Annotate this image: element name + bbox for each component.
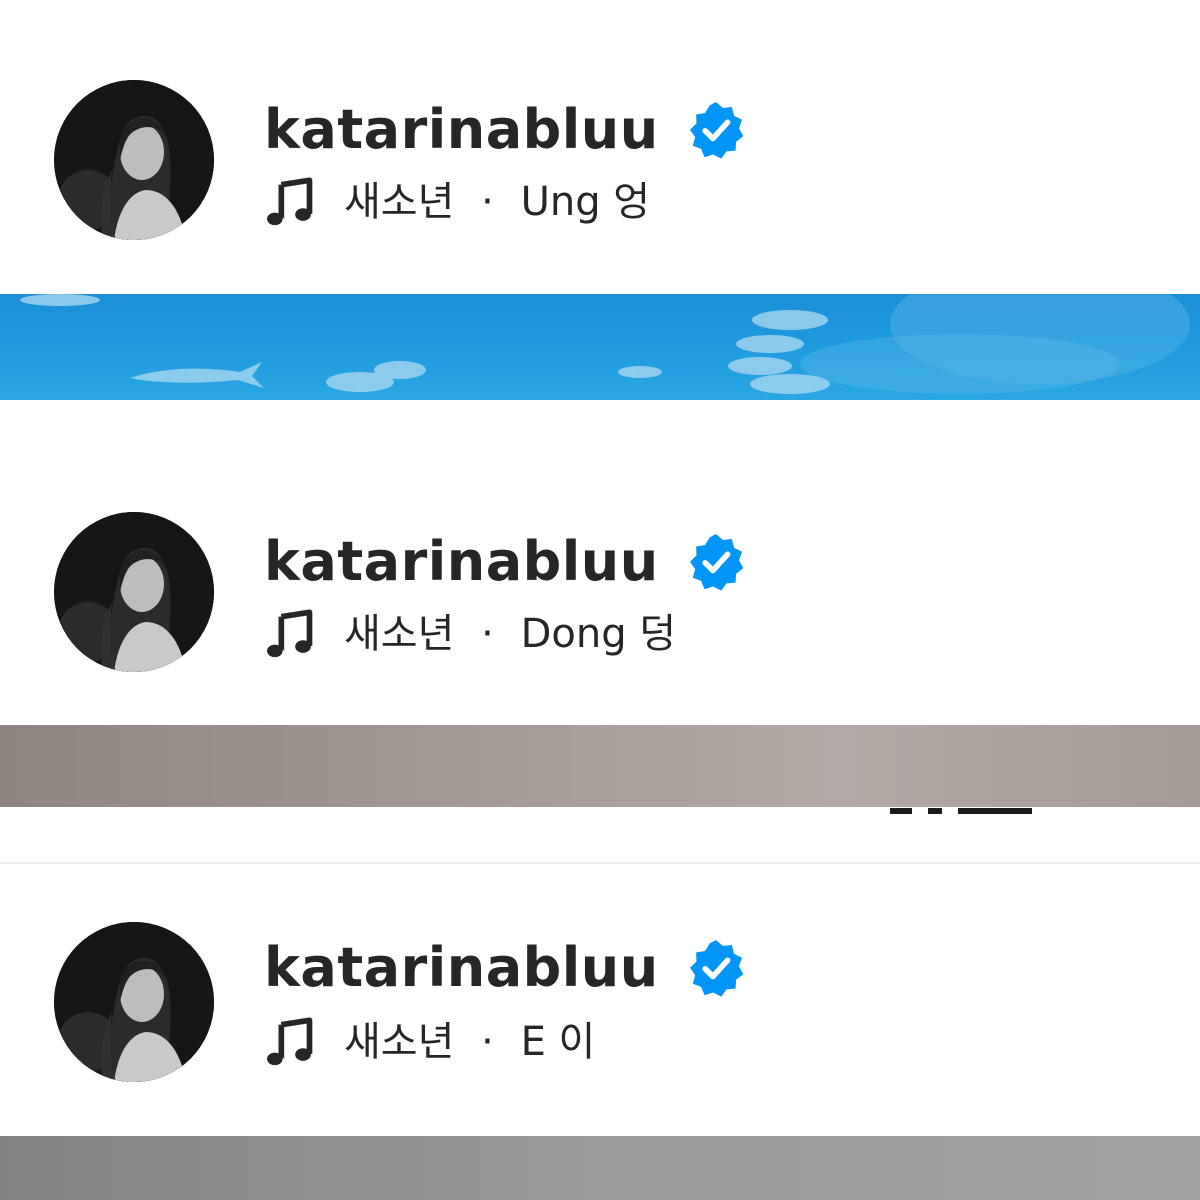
music-note-icon bbox=[264, 176, 316, 228]
track-name: Dong 덩 bbox=[520, 611, 677, 657]
music-note-icon bbox=[264, 1016, 316, 1068]
artist-name: 새소년 bbox=[344, 611, 455, 657]
audio-attribution[interactable]: 새소년 · E 이 bbox=[264, 1012, 595, 1072]
separator: · bbox=[481, 179, 494, 225]
post-header: katarinabluu 새소년 · Dong 덩 bbox=[0, 512, 1200, 712]
post-media-aquarium[interactable] bbox=[0, 294, 1200, 400]
verified-badge-icon bbox=[685, 531, 747, 593]
username[interactable]: katarinabluu bbox=[264, 103, 659, 157]
verified-badge-icon bbox=[685, 99, 747, 161]
post-header: katarinabluu 새소년 · E 이 bbox=[0, 922, 1200, 1122]
post-media-grey[interactable] bbox=[0, 1136, 1200, 1200]
track-name: Ung 엉 bbox=[520, 179, 651, 225]
avatar[interactable] bbox=[54, 922, 214, 1082]
post-header: katarinabluu 새소년 · Ung 엉 bbox=[0, 80, 1200, 280]
separator: · bbox=[481, 1019, 494, 1065]
artist-name: 새소년 bbox=[344, 179, 455, 225]
audio-attribution[interactable]: 새소년 · Dong 덩 bbox=[264, 604, 676, 664]
avatar[interactable] bbox=[54, 512, 214, 672]
username[interactable]: katarinabluu bbox=[264, 535, 659, 589]
artist-name: 새소년 bbox=[344, 1019, 455, 1065]
divider bbox=[0, 862, 1200, 864]
caption-fragment bbox=[928, 808, 942, 814]
post-media-stone[interactable] bbox=[0, 725, 1200, 807]
track-name: E 이 bbox=[520, 1019, 596, 1065]
audio-attribution[interactable]: 새소년 · Ung 엉 bbox=[264, 172, 650, 232]
username[interactable]: katarinabluu bbox=[264, 941, 659, 995]
caption-fragment bbox=[958, 808, 1032, 814]
avatar[interactable] bbox=[54, 80, 214, 240]
caption-fragment bbox=[890, 808, 912, 814]
separator: · bbox=[481, 611, 494, 657]
verified-badge-icon bbox=[685, 937, 747, 999]
music-note-icon bbox=[264, 608, 316, 660]
